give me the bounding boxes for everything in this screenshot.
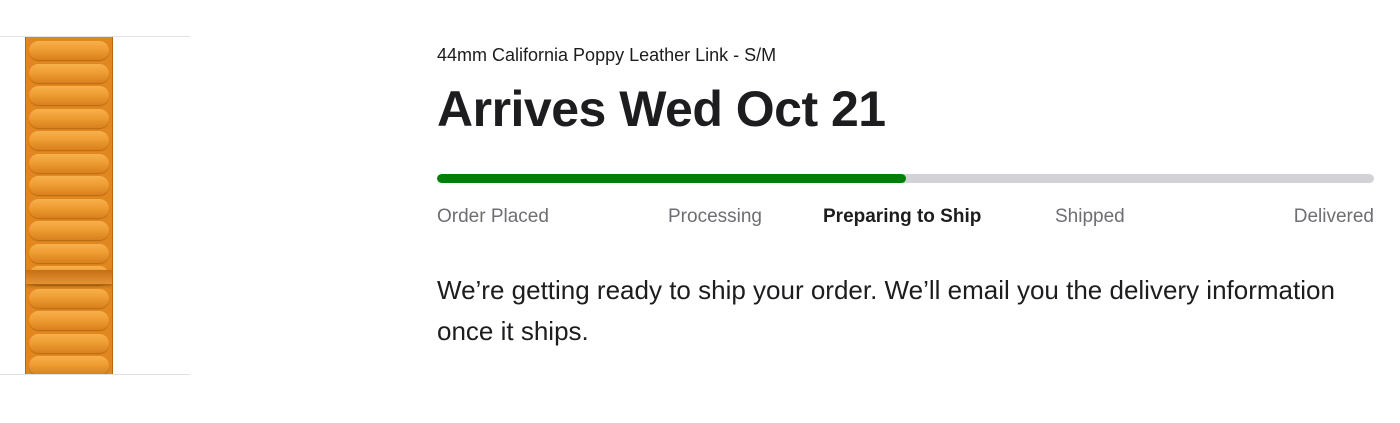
band-link-segment: [29, 131, 109, 150]
band-link-segment: [29, 63, 109, 83]
step-shipped: Shipped: [1055, 206, 1125, 227]
band-link-segment: [29, 356, 109, 374]
band-link-segment: [29, 243, 109, 263]
step-delivered: Delivered: [1293, 206, 1374, 227]
product-name: 44mm California Poppy Leather Link - S/M: [437, 45, 777, 65]
band-link-segment: [29, 333, 109, 353]
band-link-segment: [29, 108, 109, 128]
step-order-placed: Order Placed: [437, 206, 549, 227]
step-processing: Processing: [668, 206, 762, 227]
band-link-segment: [29, 198, 109, 218]
band-link-segment: [29, 221, 109, 240]
shipment-progress-fill: [437, 174, 906, 183]
product-image: [0, 36, 190, 376]
arrival-date-heading: Arrives Wed Oct 21: [437, 81, 886, 137]
band-link-segment: [29, 41, 109, 60]
band-link-segment: [29, 176, 109, 195]
band-link-segment: [29, 86, 109, 105]
band-link-segment: [29, 288, 109, 308]
leather-link-band-image: [25, 37, 113, 374]
band-link-segment: [29, 153, 109, 173]
step-preparing-to-ship: Preparing to Ship: [823, 206, 982, 227]
shipment-progress-bar: [437, 174, 1374, 183]
band-clasp: [26, 270, 112, 284]
image-divider-bottom: [0, 374, 190, 375]
shipment-steps: Order Placed Processing Preparing to Shi…: [437, 205, 1374, 229]
status-message: We’re getting ready to ship your order. …: [437, 275, 1335, 346]
band-link-segment: [29, 311, 109, 330]
